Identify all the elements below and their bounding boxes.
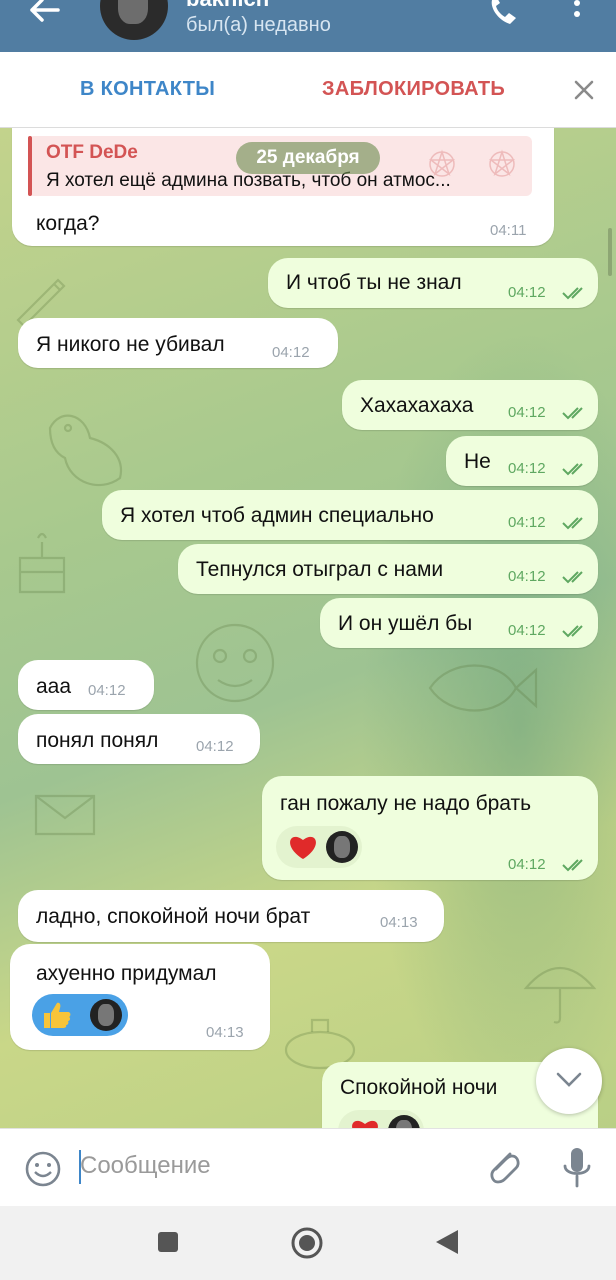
contact-action-bar: В КОНТАКТЫ ЗАБЛОКИРОВАТЬ [0, 52, 616, 128]
message-time: 04:13 [206, 1024, 244, 1041]
reaction-chip[interactable] [276, 826, 362, 868]
chevron-down-icon [556, 1072, 582, 1087]
message-bubble[interactable]: ахуенно придумал 04:13 [10, 944, 270, 1050]
message-bubble[interactable]: ладно, спокойной ночи брат 04:13 [18, 890, 444, 942]
message-text: когда? [36, 212, 100, 235]
message-text: ааа [36, 675, 72, 698]
message-time: 04:12 [272, 344, 310, 361]
message-text: Я никого не убивал [36, 333, 225, 356]
message-bubble[interactable]: ааа 04:12 [18, 660, 154, 710]
message-time: 04:11 [490, 222, 527, 239]
bird-doodle-icon [48, 414, 123, 487]
message-time: 04:12 [508, 404, 546, 421]
message-time: 04:12 [508, 514, 546, 531]
read-ticks-icon [562, 287, 583, 300]
read-ticks-icon [562, 859, 583, 872]
message-bubble[interactable]: ган пожалу не надо брать 04:12 [262, 776, 598, 880]
back-nav-icon[interactable] [434, 1228, 460, 1256]
message-bubble[interactable]: Тепнулся отыграл с нами 04:12 [178, 544, 598, 594]
contact-status: был(а) недавно [186, 14, 331, 36]
message-bubble[interactable]: И чтоб ты не знал 04:12 [268, 258, 598, 308]
message-time: 04:12 [508, 284, 546, 301]
read-ticks-icon [562, 407, 583, 420]
read-ticks-icon [562, 625, 583, 638]
reaction-chip[interactable] [32, 994, 128, 1036]
read-ticks-icon [562, 463, 583, 476]
contact-avatar[interactable] [100, 0, 168, 40]
message-text: понял понял [36, 729, 159, 752]
red-heart-icon [290, 836, 316, 859]
phone-icon[interactable] [488, 0, 520, 26]
back-arrow-icon[interactable] [24, 0, 64, 30]
chat-header: bakhich был(а) недавно [0, 0, 616, 52]
block-user-button[interactable]: ЗАБЛОКИРОВАТЬ [322, 78, 505, 101]
read-ticks-icon [562, 517, 583, 530]
chat-scrollbar[interactable] [608, 228, 612, 276]
date-badge: 25 декабря [236, 142, 380, 174]
message-time: 04:12 [508, 856, 546, 873]
message-time: 04:12 [508, 460, 546, 477]
message-bubble[interactable]: Я хотел чтоб админ специально 04:12 [102, 490, 598, 540]
fish-doodle-icon [428, 664, 538, 712]
message-bubble[interactable]: И он ушёл бы 04:12 [320, 598, 598, 648]
message-text: ган пожалу не надо брать [280, 792, 532, 815]
emoji-icon[interactable] [24, 1150, 62, 1188]
message-text: Не [464, 450, 491, 473]
message-bubble[interactable]: Не 04:12 [446, 436, 598, 486]
message-text: Хахахахаха [360, 394, 474, 417]
message-text: Я хотел чтоб админ специально [120, 504, 434, 527]
message-time: 04:12 [508, 622, 546, 639]
recent-apps-icon[interactable] [156, 1230, 180, 1254]
scroll-down-button[interactable] [536, 1048, 602, 1114]
message-text: И чтоб ты не знал [286, 271, 462, 294]
message-bubble[interactable]: Хахахахаха 04:12 [342, 380, 598, 430]
umbrella-doodle-icon [523, 966, 597, 1024]
face-doodle-icon [195, 623, 275, 703]
message-bubble[interactable]: понял понял 04:12 [18, 714, 260, 764]
contact-name[interactable]: bakhich [186, 0, 269, 12]
cake-doodle-icon [18, 532, 66, 594]
message-text: ахуенно придумал [36, 962, 217, 985]
pentagram-pattern-icon [428, 149, 516, 177]
envelope-doodle-icon [34, 794, 96, 836]
reactor-avatar [90, 999, 122, 1031]
message-text: Спокойной ночи [340, 1076, 498, 1099]
reply-author: OTF DeDe [46, 142, 138, 163]
more-vertical-icon[interactable] [570, 0, 584, 24]
attach-icon[interactable] [484, 1146, 524, 1190]
message-input[interactable]: Сообщение [80, 1146, 460, 1186]
thumbs-up-icon [44, 1002, 71, 1028]
message-time: 04:13 [380, 914, 418, 931]
message-text: Тепнулся отыграл с нами [196, 558, 444, 581]
close-icon[interactable] [572, 78, 596, 102]
system-navigation-bar [0, 1206, 616, 1280]
read-ticks-icon [562, 571, 583, 584]
add-to-contacts-button[interactable]: В КОНТАКТЫ [80, 78, 215, 101]
message-time: 04:12 [196, 738, 234, 755]
message-time: 04:12 [88, 682, 126, 699]
message-text: ладно, спокойной ночи брат [36, 905, 311, 928]
reactor-avatar [326, 831, 358, 863]
message-text: И он ушёл бы [338, 612, 473, 635]
home-icon[interactable] [290, 1226, 324, 1260]
message-bubble[interactable]: Я никого не убивал 04:12 [18, 318, 338, 368]
microphone-icon[interactable] [562, 1146, 592, 1190]
message-time: 04:12 [508, 568, 546, 585]
